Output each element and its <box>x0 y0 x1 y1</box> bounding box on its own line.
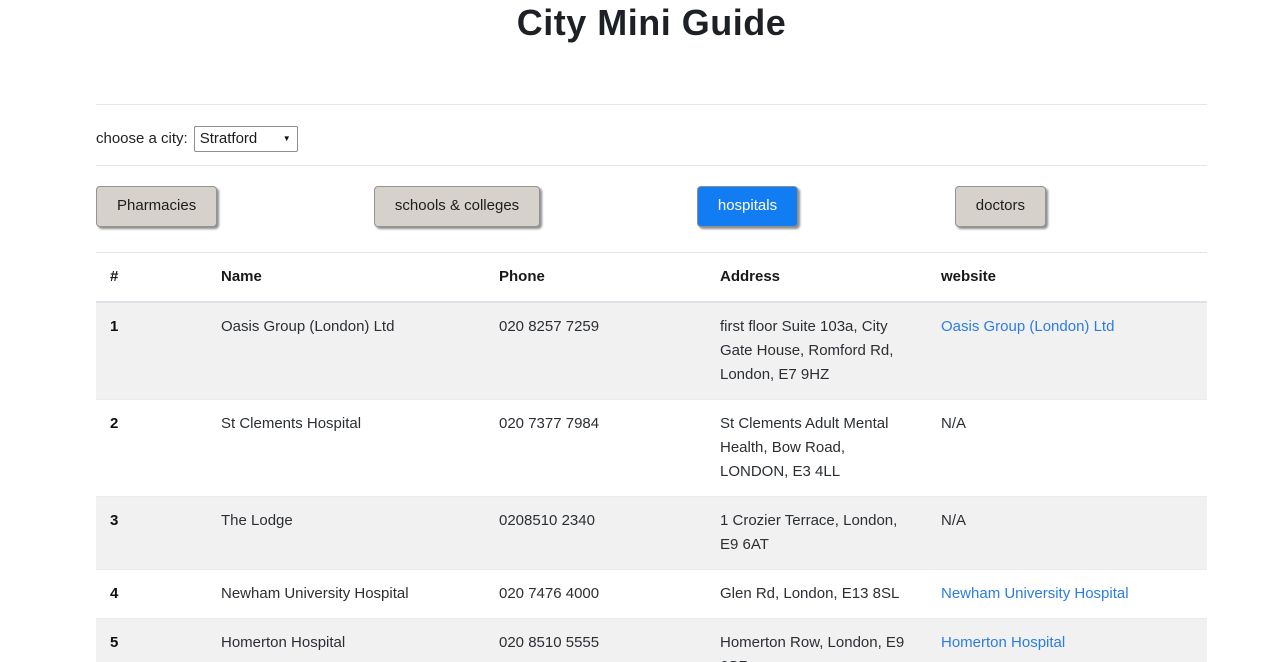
website-cell: Homerton Hospital <box>927 618 1207 662</box>
phone-cell: 020 8257 7259 <box>485 302 706 400</box>
table-row: 5Homerton Hospital020 8510 5555Homerton … <box>96 618 1207 662</box>
header-phone: Phone <box>485 252 706 302</box>
row-number-cell: 1 <box>96 302 207 400</box>
header-name: Name <box>207 252 485 302</box>
divider-under-selector <box>96 165 1207 166</box>
header-number: # <box>96 252 207 302</box>
category-button-doctors[interactable]: doctors <box>955 186 1046 227</box>
name-cell: Homerton Hospital <box>207 618 485 662</box>
website-na-text: N/A <box>941 512 966 529</box>
website-cell: Oasis Group (London) Ltd <box>927 302 1207 400</box>
city-select-label: choose a city: <box>96 130 188 147</box>
name-cell: Newham University Hospital <box>207 569 485 618</box>
category-button-pharmacies[interactable]: Pharmacies <box>96 186 217 227</box>
table-body: 1Oasis Group (London) Ltd020 8257 7259fi… <box>96 302 1207 662</box>
phone-cell: 020 7377 7984 <box>485 399 706 496</box>
table-header-row: # Name Phone Address website <box>96 252 1207 302</box>
row-number-cell: 5 <box>96 618 207 662</box>
address-cell: Glen Rd, London, E13 8SL <box>706 569 927 618</box>
name-cell: Oasis Group (London) Ltd <box>207 302 485 400</box>
name-cell: The Lodge <box>207 496 485 569</box>
website-cell: N/A <box>927 496 1207 569</box>
table-row: 3The Lodge0208510 23401 Crozier Terrace,… <box>96 496 1207 569</box>
address-cell: St Clements Adult Mental Health, Bow Roa… <box>706 399 927 496</box>
address-cell: Homerton Row, London, E9 6SR <box>706 618 927 662</box>
name-cell: St Clements Hospital <box>207 399 485 496</box>
website-link[interactable]: Newham University Hospital <box>941 585 1129 602</box>
city-select-wrap: Stratford ▼ <box>194 126 298 152</box>
row-number-cell: 2 <box>96 399 207 496</box>
website-na-text: N/A <box>941 415 966 432</box>
header-website: website <box>927 252 1207 302</box>
page-title: City Mini Guide <box>96 0 1207 43</box>
website-cell: Newham University Hospital <box>927 569 1207 618</box>
table-header: # Name Phone Address website <box>96 252 1207 302</box>
results-table: # Name Phone Address website 1Oasis Grou… <box>96 252 1207 662</box>
category-button-schools-colleges[interactable]: schools & colleges <box>374 186 540 227</box>
category-button-hospitals[interactable]: hospitals <box>697 186 798 227</box>
header-address: Address <box>706 252 927 302</box>
row-number-cell: 4 <box>96 569 207 618</box>
page-container: City Mini Guide choose a city: Stratford… <box>96 0 1207 662</box>
website-link[interactable]: Oasis Group (London) Ltd <box>941 318 1114 335</box>
phone-cell: 0208510 2340 <box>485 496 706 569</box>
table-row: 4Newham University Hospital020 7476 4000… <box>96 569 1207 618</box>
address-cell: first floor Suite 103a, City Gate House,… <box>706 302 927 400</box>
table-row: 1Oasis Group (London) Ltd020 8257 7259fi… <box>96 302 1207 400</box>
divider-top <box>96 104 1207 105</box>
address-cell: 1 Crozier Terrace, London, E9 6AT <box>706 496 927 569</box>
website-cell: N/A <box>927 399 1207 496</box>
phone-cell: 020 8510 5555 <box>485 618 706 662</box>
city-selector-row: choose a city: Stratford ▼ <box>96 126 1207 152</box>
table-row: 2St Clements Hospital020 7377 7984St Cle… <box>96 399 1207 496</box>
row-number-cell: 3 <box>96 496 207 569</box>
category-buttons-row: Pharmacies schools & colleges hospitals doc… <box>96 186 1046 227</box>
phone-cell: 020 7476 4000 <box>485 569 706 618</box>
city-select[interactable]: Stratford <box>194 126 298 152</box>
website-link[interactable]: Homerton Hospital <box>941 634 1065 651</box>
